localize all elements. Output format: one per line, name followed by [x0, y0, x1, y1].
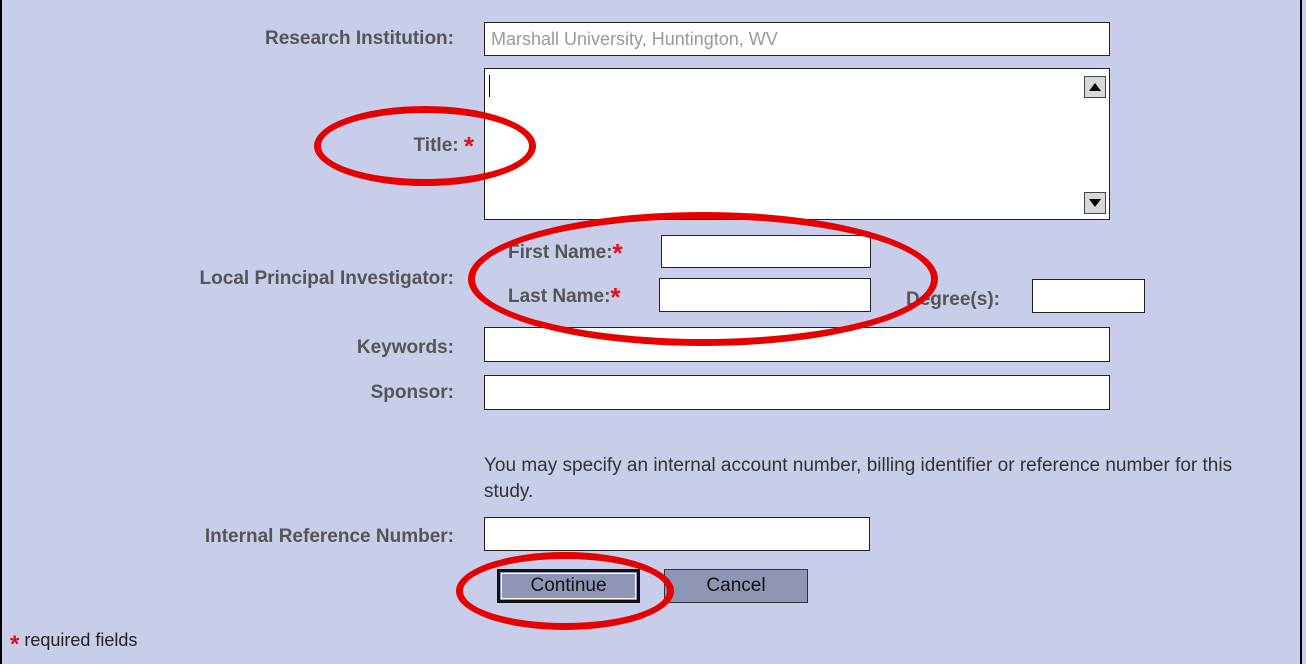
last-name-label: Last Name:*	[508, 284, 621, 310]
scroll-down-arrow-icon[interactable]	[1084, 192, 1106, 214]
first-name-field[interactable]	[661, 235, 871, 268]
title-label: Title: *	[413, 133, 474, 159]
title-textarea[interactable]	[484, 68, 1110, 220]
internal-ref-label: Internal Reference Number:	[204, 526, 454, 547]
research-institution-label: Research Institution:	[265, 28, 454, 49]
sponsor-field[interactable]	[484, 375, 1110, 410]
continue-button[interactable]: Continue	[497, 569, 640, 603]
title-label-text: Title:	[413, 135, 459, 156]
degrees-label: Degree(s):	[906, 289, 1000, 310]
research-institution-field[interactable]	[484, 22, 1110, 56]
first-name-label-text: First Name:	[508, 242, 613, 263]
required-star: *	[10, 631, 20, 658]
internal-ref-field[interactable]	[484, 517, 870, 551]
last-name-label-text: Last Name:	[508, 286, 611, 307]
required-note-text: required fields	[24, 630, 138, 650]
scroll-up-arrow-icon[interactable]	[1084, 76, 1106, 98]
lpi-label: Local Principal Investigator:	[199, 268, 454, 289]
text-caret	[489, 75, 490, 97]
keywords-field[interactable]	[484, 327, 1110, 362]
required-star: *	[610, 282, 621, 312]
keywords-label: Keywords:	[356, 337, 454, 358]
last-name-field[interactable]	[659, 278, 871, 312]
first-name-label: First Name:*	[508, 240, 623, 266]
sponsor-label: Sponsor:	[370, 382, 454, 403]
internal-ref-help-text: You may specify an internal account numb…	[484, 455, 1233, 502]
required-note: * required fields	[10, 630, 138, 657]
textarea-scrollbar[interactable]	[1078, 70, 1108, 218]
cancel-button[interactable]: Cancel	[664, 569, 808, 603]
required-star: *	[463, 131, 474, 161]
degrees-field[interactable]	[1032, 279, 1145, 313]
required-star: *	[612, 238, 623, 268]
